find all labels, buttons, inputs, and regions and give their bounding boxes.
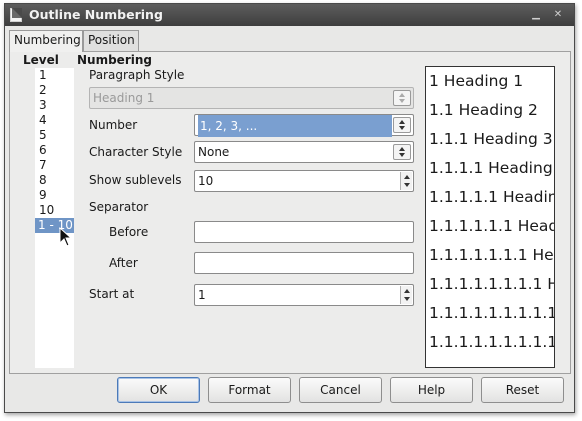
outline-numbering-dialog: Outline Numbering ▁ ✕ Numbering Position… bbox=[4, 3, 575, 413]
reset-button[interactable]: Reset bbox=[481, 377, 564, 403]
cancel-button[interactable]: Cancel bbox=[299, 377, 382, 403]
numbering-preview: 1 Heading 1 1.1 Heading 2 1.1.1 Heading … bbox=[425, 66, 555, 368]
character-style-select[interactable]: None bbox=[194, 141, 414, 163]
number-label: Number bbox=[89, 118, 138, 132]
level-item-5[interactable]: 5 bbox=[37, 128, 74, 143]
paragraph-style-dropdown-icon bbox=[393, 90, 411, 106]
start-at-spinner[interactable]: 1 bbox=[194, 284, 414, 306]
paragraph-style-select: Heading 1 bbox=[89, 87, 414, 109]
start-at-spin-icon[interactable] bbox=[400, 286, 412, 304]
mouse-pointer-icon bbox=[59, 227, 73, 247]
numbering-header: Numbering bbox=[77, 53, 152, 67]
level-item-9[interactable]: 9 bbox=[37, 188, 74, 203]
number-dropdown-icon[interactable] bbox=[393, 117, 411, 133]
reset-button-label: Reset bbox=[505, 383, 540, 397]
minimize-icon[interactable]: ▁ bbox=[529, 8, 543, 22]
level-item-3[interactable]: 3 bbox=[37, 98, 74, 113]
format-button[interactable]: Format bbox=[208, 377, 291, 403]
show-sublevels-spin-icon[interactable] bbox=[400, 172, 412, 190]
show-sublevels-value: 10 bbox=[198, 174, 214, 188]
preview-line-2: 1.1 Heading 2 bbox=[429, 101, 538, 119]
preview-line-4: 1.1.1.1 Heading 4 bbox=[429, 159, 555, 177]
tab-position[interactable]: Position bbox=[83, 30, 139, 51]
level-item-7[interactable]: 7 bbox=[37, 158, 74, 173]
character-style-label: Character Style bbox=[89, 145, 183, 159]
preview-line-10: 1.1.1.1.1.1.1.1.1.1 Heading 10 bbox=[429, 333, 554, 351]
document-icon bbox=[10, 8, 22, 22]
preview-line-1: 1 Heading 1 bbox=[429, 72, 524, 90]
preview-line-6: 1.1.1.1.1.1 Heading 6 bbox=[429, 217, 554, 235]
preview-line-3: 1.1.1 Heading 3 bbox=[429, 130, 553, 148]
number-value: 1, 2, 3, ... bbox=[198, 115, 392, 137]
preview-line-5: 1.1.1.1.1 Heading 5 bbox=[429, 188, 554, 206]
after-label: After bbox=[109, 256, 138, 270]
format-button-label: Format bbox=[228, 383, 271, 397]
help-button-label: Help bbox=[417, 383, 446, 397]
level-item-1[interactable]: 1 bbox=[37, 68, 74, 83]
show-sublevels-label: Show sublevels bbox=[89, 173, 182, 187]
level-item-2[interactable]: 2 bbox=[37, 83, 74, 98]
start-at-label: Start at bbox=[89, 287, 135, 301]
title-bar[interactable]: Outline Numbering ▁ ✕ bbox=[5, 4, 574, 26]
tab-numbering[interactable]: Numbering bbox=[9, 30, 83, 52]
start-at-value: 1 bbox=[198, 288, 206, 302]
level-item-6[interactable]: 6 bbox=[37, 143, 74, 158]
character-style-dropdown-icon[interactable] bbox=[393, 144, 411, 160]
level-item-10[interactable]: 10 bbox=[37, 203, 74, 218]
ok-button-label: OK bbox=[149, 383, 168, 397]
level-item-4[interactable]: 4 bbox=[37, 113, 74, 128]
preview-line-7: 1.1.1.1.1.1.1 Heading 7 bbox=[429, 246, 554, 264]
paragraph-style-value: Heading 1 bbox=[93, 91, 155, 105]
cancel-button-label: Cancel bbox=[320, 383, 361, 397]
before-label: Before bbox=[109, 225, 149, 239]
preview-line-8: 1.1.1.1.1.1.1.1 Heading 8 bbox=[429, 275, 554, 293]
before-field[interactable] bbox=[194, 221, 414, 243]
level-list[interactable]: 1 2 3 4 5 6 7 8 9 10 1 - 10 bbox=[35, 68, 74, 368]
character-style-value: None bbox=[198, 145, 230, 159]
level-header: Level bbox=[23, 53, 59, 67]
paragraph-style-label: Paragraph Style bbox=[89, 68, 185, 82]
help-button[interactable]: Help bbox=[390, 377, 473, 403]
close-icon[interactable]: ✕ bbox=[551, 8, 565, 22]
show-sublevels-spinner[interactable]: 10 bbox=[194, 170, 414, 192]
separator-label: Separator bbox=[89, 200, 149, 214]
after-field[interactable] bbox=[194, 252, 414, 274]
ok-button[interactable]: OK bbox=[117, 377, 200, 403]
window-title: Outline Numbering bbox=[29, 7, 163, 22]
preview-line-9: 1.1.1.1.1.1.1.1.1 Heading 9 bbox=[429, 304, 555, 322]
level-item-8[interactable]: 8 bbox=[37, 173, 74, 188]
number-select[interactable]: 1, 2, 3, ... bbox=[194, 114, 414, 137]
